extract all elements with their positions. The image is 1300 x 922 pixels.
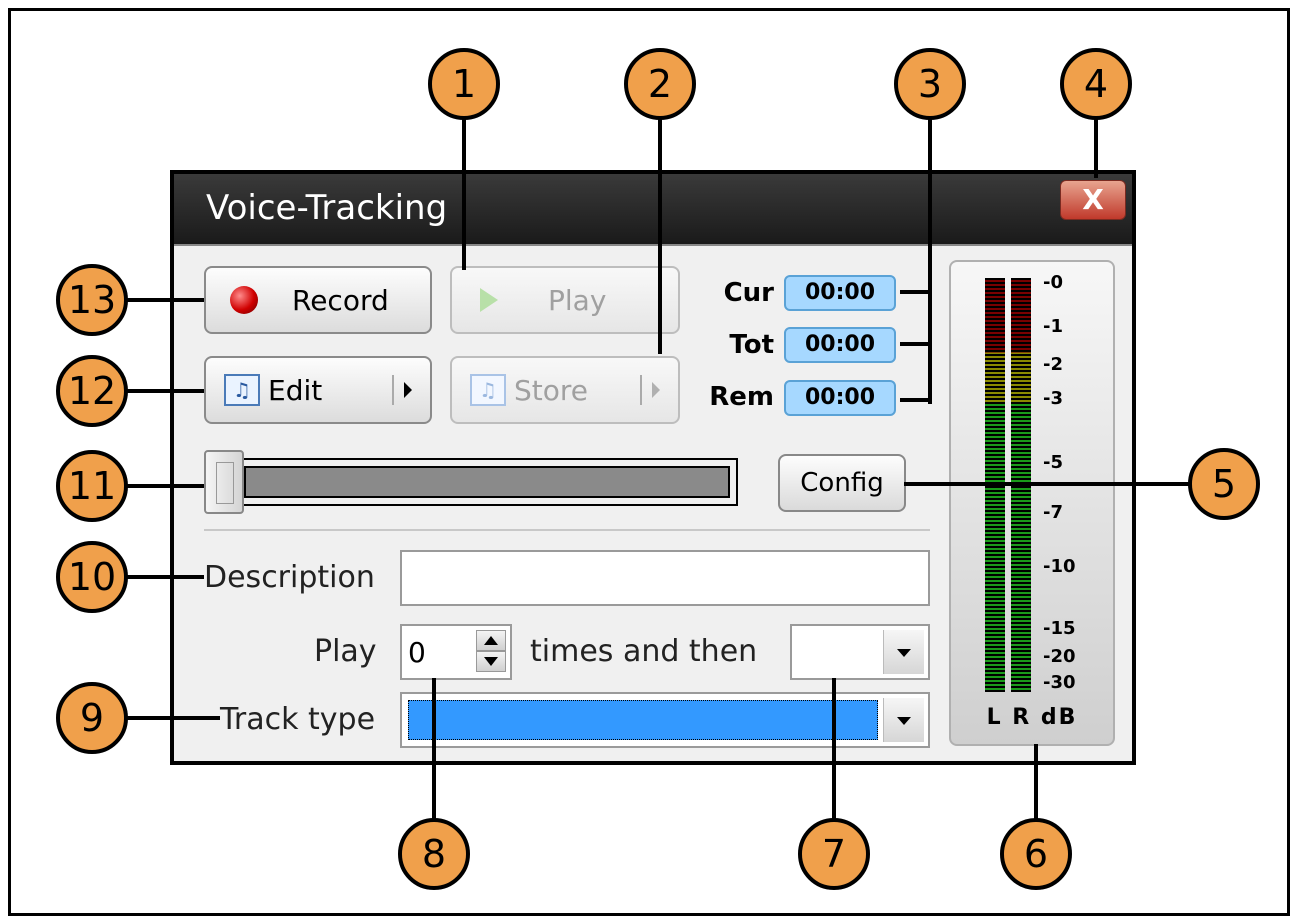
db-label: -10 bbox=[1043, 556, 1076, 577]
callout-1: 1 bbox=[428, 48, 500, 120]
description-input[interactable] bbox=[400, 550, 930, 606]
config-button[interactable]: Config bbox=[778, 454, 906, 512]
leader-line-6 bbox=[1034, 744, 1038, 824]
callout-6: 6 bbox=[1000, 818, 1072, 890]
timer-tot: 00:00 bbox=[784, 327, 896, 363]
db-label: -0 bbox=[1043, 272, 1063, 293]
callout-12: 12 bbox=[56, 355, 128, 427]
leader-line-3 bbox=[928, 118, 932, 404]
chevron-down-icon[interactable] bbox=[883, 630, 924, 674]
play-icon bbox=[480, 288, 498, 312]
play-label: Play bbox=[548, 283, 607, 317]
db-label: -7 bbox=[1043, 502, 1063, 523]
callout-4: 4 bbox=[1060, 48, 1132, 120]
callout-7: 7 bbox=[798, 818, 870, 890]
spin-up-icon[interactable] bbox=[476, 630, 506, 651]
position-slider[interactable] bbox=[204, 458, 738, 506]
leader-line-7 bbox=[832, 678, 836, 824]
play-times-label: Play bbox=[314, 634, 377, 669]
db-label: -30 bbox=[1043, 672, 1076, 693]
track-type-select[interactable] bbox=[400, 692, 930, 748]
db-label: -3 bbox=[1043, 388, 1063, 409]
record-button[interactable]: Record bbox=[204, 266, 432, 334]
track-type-selection bbox=[408, 700, 878, 740]
level-meter: -0 -1 -2 -3 -5 -7 -10 -15 -20 -30 L R dB bbox=[949, 260, 1115, 746]
leader-line-12 bbox=[124, 389, 204, 393]
edit-button[interactable]: ♫ Edit bbox=[204, 356, 432, 424]
slider-groove bbox=[244, 466, 730, 498]
db-label: -5 bbox=[1043, 452, 1063, 473]
chevron-right-icon[interactable] bbox=[404, 382, 412, 398]
leader-line-1 bbox=[462, 118, 466, 270]
divider bbox=[204, 529, 930, 531]
leader-line-11 bbox=[124, 484, 204, 488]
leader-line-3b bbox=[900, 342, 930, 346]
title-bar: Voice-Tracking X bbox=[174, 174, 1132, 246]
callout-11: 11 bbox=[56, 450, 128, 522]
callout-13: 13 bbox=[56, 264, 128, 336]
leader-line-9 bbox=[124, 716, 220, 720]
play-count-value: 0 bbox=[408, 636, 426, 669]
meter-footer: L R dB bbox=[986, 705, 1078, 730]
callout-9: 9 bbox=[56, 682, 128, 754]
db-label: -2 bbox=[1043, 354, 1063, 375]
timer-label-tot: Tot bbox=[729, 330, 774, 360]
spin-down-icon[interactable] bbox=[476, 651, 506, 672]
callout-8: 8 bbox=[398, 818, 470, 890]
times-then-label: times and then bbox=[530, 634, 758, 669]
timer-cur: 00:00 bbox=[784, 275, 896, 311]
edit-separator bbox=[392, 375, 394, 405]
db-label: -1 bbox=[1043, 316, 1063, 337]
timer-rem: 00:00 bbox=[784, 380, 896, 416]
leader-line-13 bbox=[124, 298, 204, 302]
record-label: Record bbox=[292, 283, 389, 317]
then-action-select[interactable] bbox=[790, 624, 930, 680]
leader-line-3a bbox=[900, 290, 930, 294]
voice-tracking-window: Voice-Tracking X Record Play ♫ Edit ♫ St… bbox=[170, 170, 1136, 765]
slider-thumb[interactable] bbox=[204, 450, 244, 514]
db-label: -20 bbox=[1043, 646, 1076, 667]
store-button[interactable]: ♫ Store bbox=[450, 356, 680, 424]
close-button[interactable]: X bbox=[1060, 180, 1126, 220]
timer-label-rem: Rem bbox=[709, 382, 774, 412]
description-label: Description bbox=[204, 560, 375, 595]
callout-10: 10 bbox=[56, 541, 128, 613]
edit-music-icon: ♫ bbox=[224, 374, 260, 406]
db-label: -15 bbox=[1043, 618, 1076, 639]
leader-line-2 bbox=[658, 118, 662, 354]
play-count-stepper[interactable]: 0 bbox=[400, 624, 512, 680]
store-label: Store bbox=[514, 373, 589, 407]
leader-line-5 bbox=[904, 482, 1194, 486]
window-title: Voice-Tracking bbox=[206, 188, 448, 228]
store-music-icon: ♫ bbox=[470, 374, 506, 406]
record-icon bbox=[230, 286, 258, 314]
edit-label: Edit bbox=[268, 373, 323, 407]
leader-line-3c bbox=[900, 398, 930, 402]
callout-3: 3 bbox=[894, 48, 966, 120]
chevron-down-icon[interactable] bbox=[883, 698, 924, 742]
chevron-right-icon[interactable] bbox=[652, 382, 660, 398]
callout-5: 5 bbox=[1188, 448, 1260, 520]
track-type-label: Track type bbox=[220, 702, 376, 737]
timer-label-cur: Cur bbox=[723, 278, 774, 308]
leader-line-4 bbox=[1094, 118, 1098, 178]
store-separator bbox=[640, 375, 642, 405]
leader-line-10 bbox=[124, 575, 204, 579]
leader-line-8 bbox=[432, 678, 436, 824]
play-button[interactable]: Play bbox=[450, 266, 680, 334]
callout-2: 2 bbox=[624, 48, 696, 120]
